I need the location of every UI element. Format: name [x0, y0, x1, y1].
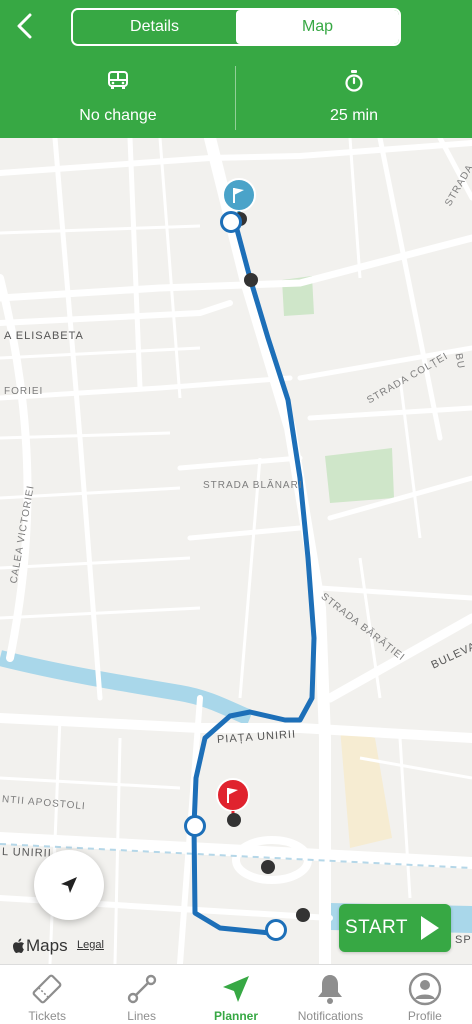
tab-label: Profile: [407, 1009, 442, 1023]
stop-dot[interactable]: [244, 273, 258, 287]
top-header: Details Map: [0, 0, 472, 56]
change-label: No change: [79, 107, 157, 124]
chevron-left-icon: [17, 13, 32, 39]
navigation-arrow-icon: [223, 976, 250, 1002]
tab-label: Planner: [214, 1009, 259, 1023]
tab-label: Lines: [127, 1009, 156, 1023]
bell-icon: [318, 975, 343, 1004]
tab-details[interactable]: Details: [73, 10, 236, 44]
bottom-tab-bar: Tickets Lines Planner Notifications Prof…: [0, 964, 472, 1024]
route-end-circle[interactable]: [265, 919, 287, 941]
map-base: [0, 138, 472, 964]
maps-attribution: Maps: [12, 936, 68, 956]
start-label: START: [345, 917, 409, 938]
stop-dot[interactable]: [296, 908, 310, 922]
tab-notifications[interactable]: Notifications: [283, 965, 377, 1024]
street-label-sp: SP: [455, 934, 472, 946]
change-summary: No change: [0, 56, 236, 138]
street-label-blanari: STRADA BLĂNARI: [203, 480, 303, 491]
stopwatch-icon: [345, 70, 363, 92]
tab-lines[interactable]: Lines: [94, 965, 188, 1024]
bus-icon: [108, 71, 128, 89]
view-segmented-control: Details Map: [71, 8, 401, 46]
legal-link[interactable]: Legal: [77, 939, 104, 951]
tab-map[interactable]: Map: [236, 10, 399, 44]
play-icon: [421, 916, 439, 940]
tab-tickets[interactable]: Tickets: [0, 965, 94, 1024]
start-button[interactable]: START: [339, 904, 451, 952]
apple-logo-icon: [13, 938, 24, 953]
flag-pin-icon: [216, 778, 250, 818]
maps-label: Maps: [26, 936, 68, 955]
location-arrow-icon: [61, 877, 77, 893]
tab-planner[interactable]: Planner: [189, 965, 283, 1024]
route-map[interactable]: A ELISABETA FORIEI CALEA VICTORIEI STRAD…: [0, 138, 472, 964]
street-label-foriei: FORIEI: [4, 386, 44, 397]
tab-label: Tickets: [28, 1009, 66, 1023]
route-start-circle[interactable]: [220, 211, 242, 233]
route-waypoint-circle[interactable]: [184, 815, 206, 837]
ticket-icon: [32, 974, 62, 1004]
street-label-unirii: L UNIRII: [1, 846, 52, 860]
trip-summary: No change 25 min: [0, 56, 472, 138]
tab-profile[interactable]: Profile: [378, 965, 472, 1024]
duration-summary: 25 min: [236, 56, 472, 138]
route-icon: [127, 974, 156, 1004]
tab-label: Notifications: [297, 1009, 364, 1023]
summary-divider: [235, 66, 236, 130]
locate-me-button[interactable]: [34, 850, 104, 920]
duration-label: 25 min: [329, 107, 379, 124]
stop-dot[interactable]: [261, 860, 275, 874]
user-icon: [408, 972, 442, 1006]
stop-dot[interactable]: [227, 813, 241, 827]
street-label-elisabeta: A ELISABETA: [4, 330, 84, 342]
back-button[interactable]: [8, 8, 40, 44]
